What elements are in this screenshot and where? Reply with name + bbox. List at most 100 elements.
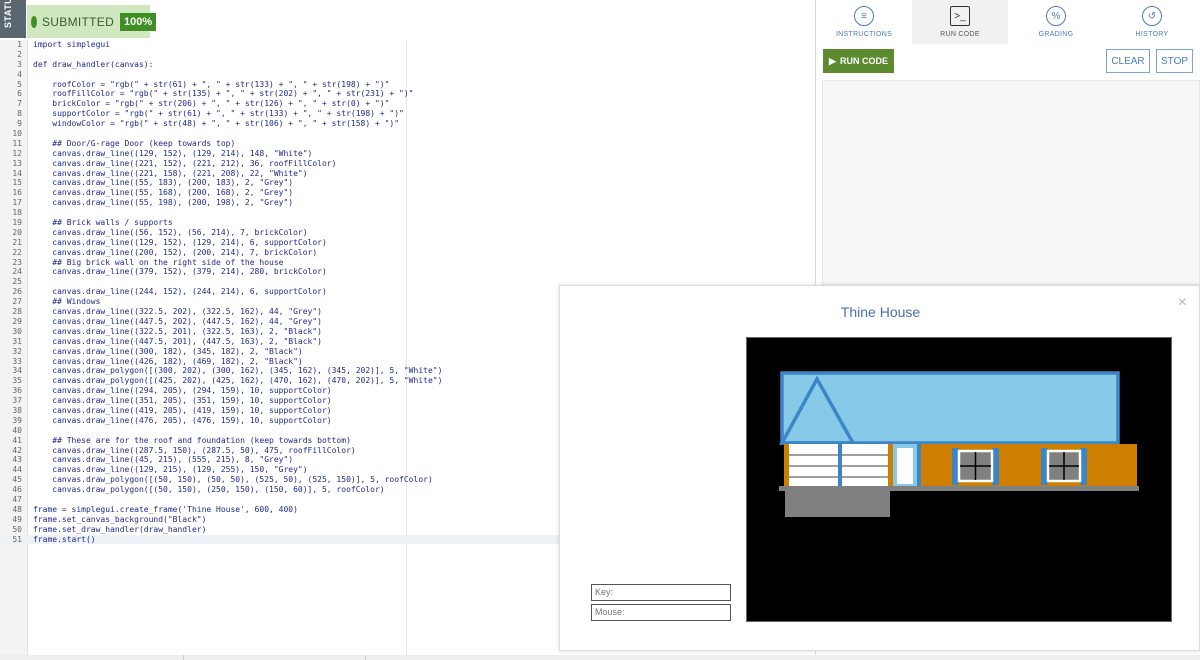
line-number: 22 bbox=[12, 247, 22, 257]
code-text: canvas.draw_line((56, 152), (56, 214), 7… bbox=[33, 227, 308, 237]
right-tabs: ≡ INSTRUCTIONS >_ RUN CODE % GRADING ↺ H… bbox=[816, 0, 1200, 44]
code-text: canvas.draw_line((476, 205), (476, 159),… bbox=[33, 415, 332, 425]
bottom-scrollbar[interactable] bbox=[0, 655, 1200, 660]
code-line[interactable]: 10 bbox=[0, 129, 815, 139]
code-line[interactable]: 19 ## Brick walls / supports bbox=[0, 218, 815, 228]
line-number: 49 bbox=[12, 514, 22, 524]
line-number: 37 bbox=[12, 396, 22, 406]
line-number: 42 bbox=[12, 445, 22, 455]
code-line[interactable]: 24 canvas.draw_line((379, 152), (379, 21… bbox=[0, 267, 815, 277]
line-number: 27 bbox=[12, 297, 22, 307]
drawing-canvas[interactable] bbox=[746, 337, 1172, 622]
output-console[interactable] bbox=[822, 80, 1200, 285]
line-number: 3 bbox=[17, 59, 22, 69]
code-line[interactable]: 11 ## Door/G-rage Door (keep towards top… bbox=[0, 139, 815, 149]
code-text: canvas.draw_polygon([(50, 150), (50, 50)… bbox=[33, 475, 433, 485]
code-text: canvas.draw_line((294, 205), (294, 159),… bbox=[33, 386, 332, 396]
line-number: 48 bbox=[12, 504, 22, 514]
code-line[interactable]: 21 canvas.draw_line((129, 152), (129, 21… bbox=[0, 238, 815, 248]
code-text: frame.start() bbox=[33, 534, 96, 544]
code-line[interactable]: 6 roofFillColor = "rgb(" + str(135) + ",… bbox=[0, 89, 815, 99]
code-text: roofFillColor = "rgb(" + str(135) + ", "… bbox=[33, 89, 414, 99]
code-line[interactable]: 2 bbox=[0, 50, 815, 60]
code-text: canvas.draw_line((322.5, 202), (322.5, 1… bbox=[33, 307, 322, 317]
line-number: 40 bbox=[12, 425, 22, 435]
submitted-label: SUBMITTED bbox=[42, 14, 115, 29]
line-number: 26 bbox=[12, 287, 22, 297]
line-number: 7 bbox=[17, 99, 22, 109]
code-line[interactable]: 13 canvas.draw_line((221, 152), (221, 21… bbox=[0, 159, 815, 169]
code-line[interactable]: 7 brickColor = "rgb(" + str(206) + ", " … bbox=[0, 99, 815, 109]
code-line[interactable]: 15 canvas.draw_line((55, 183), (200, 183… bbox=[0, 178, 815, 188]
code-text: canvas.draw_line((200, 152), (200, 214),… bbox=[33, 247, 318, 257]
line-number: 45 bbox=[12, 475, 22, 485]
tab-grading[interactable]: % GRADING bbox=[1008, 0, 1104, 44]
line-number: 18 bbox=[12, 208, 22, 218]
code-line[interactable]: 23 ## Big brick wall on the right side o… bbox=[0, 258, 815, 268]
code-line[interactable]: 9 windowColor = "rgb(" + str(48) + ", " … bbox=[0, 119, 815, 129]
tab-instructions[interactable]: ≡ INSTRUCTIONS bbox=[816, 0, 912, 44]
code-line[interactable]: 3 def draw_handler(canvas): bbox=[0, 60, 815, 70]
tab-run-code-label: RUN CODE bbox=[940, 31, 980, 38]
code-line[interactable]: 17 canvas.draw_line((55, 198), (200, 198… bbox=[0, 198, 815, 208]
driveway bbox=[785, 489, 890, 517]
line-number: 41 bbox=[12, 435, 22, 445]
code-line[interactable]: 18 bbox=[0, 208, 815, 218]
code-text: canvas.draw_line((447.5, 201), (447.5, 1… bbox=[33, 336, 322, 346]
line-number: 32 bbox=[12, 346, 22, 356]
code-text: frame = simplegui.create_frame('Thine Ho… bbox=[33, 504, 298, 514]
line-number: 6 bbox=[17, 89, 22, 99]
code-text: canvas.draw_polygon([(425, 202), (425, 1… bbox=[33, 376, 443, 386]
code-text: roofColor = "rgb(" + str(61) + ", " + st… bbox=[33, 79, 390, 89]
code-line[interactable]: 1 import simplegui bbox=[0, 40, 815, 50]
code-text: canvas.draw_line((45, 215), (555, 215), … bbox=[33, 455, 294, 465]
code-text: canvas.draw_line((300, 182), (345, 182),… bbox=[33, 346, 303, 356]
line-number: 25 bbox=[12, 277, 22, 287]
code-line[interactable]: 20 canvas.draw_line((56, 152), (56, 214)… bbox=[0, 228, 815, 238]
line-number: 39 bbox=[12, 415, 22, 425]
line-number: 44 bbox=[12, 465, 22, 475]
tab-grading-label: GRADING bbox=[1038, 31, 1074, 38]
status-strip: STATUS bbox=[0, 0, 26, 38]
code-line[interactable]: 14 canvas.draw_line((221, 158), (221, 20… bbox=[0, 169, 815, 179]
line-number: 4 bbox=[17, 69, 22, 79]
code-text: canvas.draw_line((244, 152), (244, 214),… bbox=[33, 287, 327, 297]
line-number: 10 bbox=[12, 129, 22, 139]
mouse-readout: Mouse: bbox=[591, 604, 731, 621]
code-text: brickColor = "rgb(" + str(206) + ", " + … bbox=[33, 99, 390, 109]
code-line[interactable]: 16 canvas.draw_line((55, 168), (200, 168… bbox=[0, 188, 815, 198]
code-text: ## Big brick wall on the right side of t… bbox=[33, 257, 284, 267]
code-text: canvas.draw_line((426, 182), (469, 182),… bbox=[33, 356, 303, 366]
code-line[interactable]: 12 canvas.draw_line((129, 152), (129, 21… bbox=[0, 149, 815, 159]
run-code-label: RUN CODE bbox=[839, 56, 888, 66]
tab-run-code[interactable]: >_ RUN CODE bbox=[912, 0, 1008, 44]
code-text: canvas.draw_polygon([(300, 202), (300, 1… bbox=[33, 366, 443, 376]
door-support bbox=[917, 444, 921, 488]
code-text: canvas.draw_line((322.5, 201), (322.5, 1… bbox=[33, 326, 322, 336]
line-number: 8 bbox=[17, 109, 22, 119]
instructions-icon: ≡ bbox=[854, 6, 874, 26]
close-icon[interactable]: × bbox=[1178, 294, 1187, 312]
tab-history-label: HISTORY bbox=[1135, 31, 1169, 38]
line-number: 1 bbox=[17, 40, 22, 49]
code-line[interactable]: 5 roofColor = "rgb(" + str(61) + ", " + … bbox=[0, 80, 815, 90]
line-number: 14 bbox=[12, 168, 22, 178]
code-text: canvas.draw_line((55, 168), (200, 168), … bbox=[33, 188, 294, 198]
line-number: 13 bbox=[12, 158, 22, 168]
line-number: 35 bbox=[12, 376, 22, 386]
code-line[interactable]: 8 supportColor = "rgb(" + str(61) + ", "… bbox=[0, 109, 815, 119]
line-number: 38 bbox=[12, 405, 22, 415]
code-text: canvas.draw_line((379, 152), (379, 214),… bbox=[33, 267, 327, 277]
tab-history[interactable]: ↺ HISTORY bbox=[1104, 0, 1200, 44]
line-number: 15 bbox=[12, 178, 22, 188]
run-code-button[interactable]: ▶ RUN CODE bbox=[823, 49, 894, 73]
history-icon: ↺ bbox=[1142, 6, 1162, 26]
stop-button[interactable]: STOP bbox=[1156, 49, 1193, 73]
clear-button[interactable]: CLEAR bbox=[1106, 49, 1150, 73]
code-text: ## These are for the roof and foundation… bbox=[33, 435, 351, 445]
code-line[interactable]: 4 bbox=[0, 70, 815, 80]
code-line[interactable]: 22 canvas.draw_line((200, 152), (200, 21… bbox=[0, 248, 815, 258]
line-number: 31 bbox=[12, 336, 22, 346]
code-text: canvas.draw_line((419, 205), (419, 159),… bbox=[33, 405, 332, 415]
code-text: def draw_handler(canvas): bbox=[33, 59, 154, 69]
